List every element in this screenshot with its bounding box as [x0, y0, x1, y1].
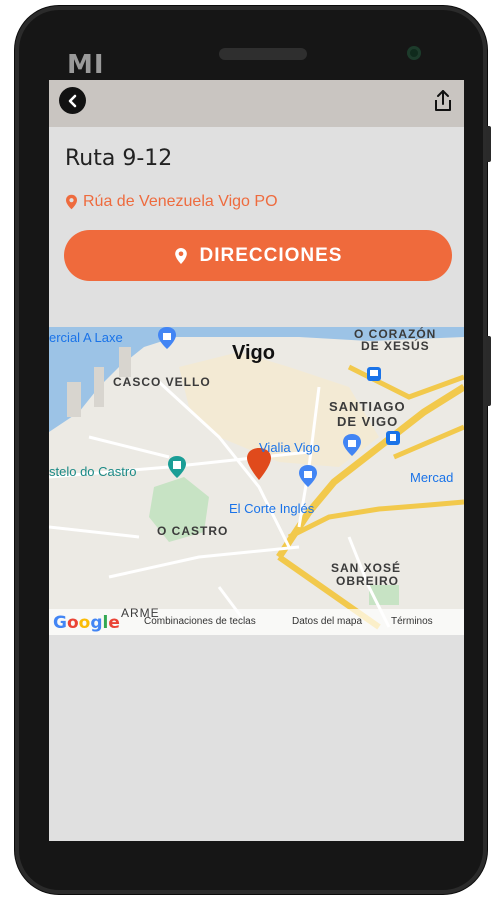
shopping-bag-icon[interactable]: [156, 327, 178, 355]
map-label-xesus: DE XESÚS: [361, 339, 430, 353]
map-view[interactable]: ercial A Laxe Vigo O CORAZÓN DE XESÚS CA…: [49, 327, 464, 635]
map-label-sanxose-2: OBREIRO: [336, 574, 400, 588]
speaker-grille: [219, 48, 307, 60]
share-button[interactable]: [430, 88, 456, 114]
location-pin-icon: [174, 247, 187, 264]
map-label-castelo: stelo do Castro: [49, 464, 137, 479]
volume-button: [486, 126, 491, 162]
landmark-icon[interactable]: [166, 455, 188, 484]
app-screen: Ruta 9-12 Rúa de Venezuela Vigo PO DIREC…: [49, 80, 464, 841]
power-button: [486, 336, 491, 406]
top-bar: [49, 80, 464, 127]
location-pin-icon: [66, 194, 77, 210]
brand-logo: MI: [67, 50, 105, 80]
share-icon: [435, 90, 451, 111]
map-label-santiago-1: SANTIAGO: [329, 399, 406, 414]
back-button[interactable]: [59, 87, 86, 114]
map-label-casco: CASCO VELLO: [113, 375, 211, 389]
front-camera: [407, 46, 421, 60]
bus-stop-icon[interactable]: [367, 367, 381, 386]
address-link[interactable]: Rúa de Venezuela Vigo PO: [65, 193, 278, 211]
terms-link[interactable]: Términos: [391, 616, 433, 627]
address-text: Rúa de Venezuela Vigo PO: [83, 193, 278, 210]
shopping-bag-icon[interactable]: [297, 464, 319, 493]
map-label-mercad: Mercad: [410, 470, 454, 485]
map-label-sanxose-1: SAN XOSÉ: [331, 561, 402, 575]
directions-button[interactable]: DIRECCIONES: [64, 230, 452, 281]
page-title: Ruta 9-12: [65, 146, 173, 171]
train-station-icon[interactable]: [386, 431, 400, 450]
map-label-ocastro: O CASTRO: [157, 524, 229, 538]
google-logo: Google: [53, 613, 120, 633]
chevron-left-icon: [68, 94, 76, 107]
map-label-comercial: ercial A Laxe: [49, 330, 123, 345]
map-label-santiago-2: DE VIGO: [337, 414, 399, 429]
map-label-elcorte: El Corte Inglés: [229, 501, 315, 516]
map-attribution-bar: Google ARME Combinaciones de teclas Dato…: [49, 606, 464, 635]
map-city-label: Vigo: [232, 342, 275, 364]
map-label-vialia: Vialia Vigo: [259, 440, 320, 455]
directions-label: DIRECCIONES: [199, 244, 343, 266]
shopping-bag-icon[interactable]: [341, 433, 363, 462]
map-data-link[interactable]: Datos del mapa: [292, 616, 362, 627]
keyboard-shortcuts-link[interactable]: Combinaciones de teclas: [144, 616, 256, 627]
